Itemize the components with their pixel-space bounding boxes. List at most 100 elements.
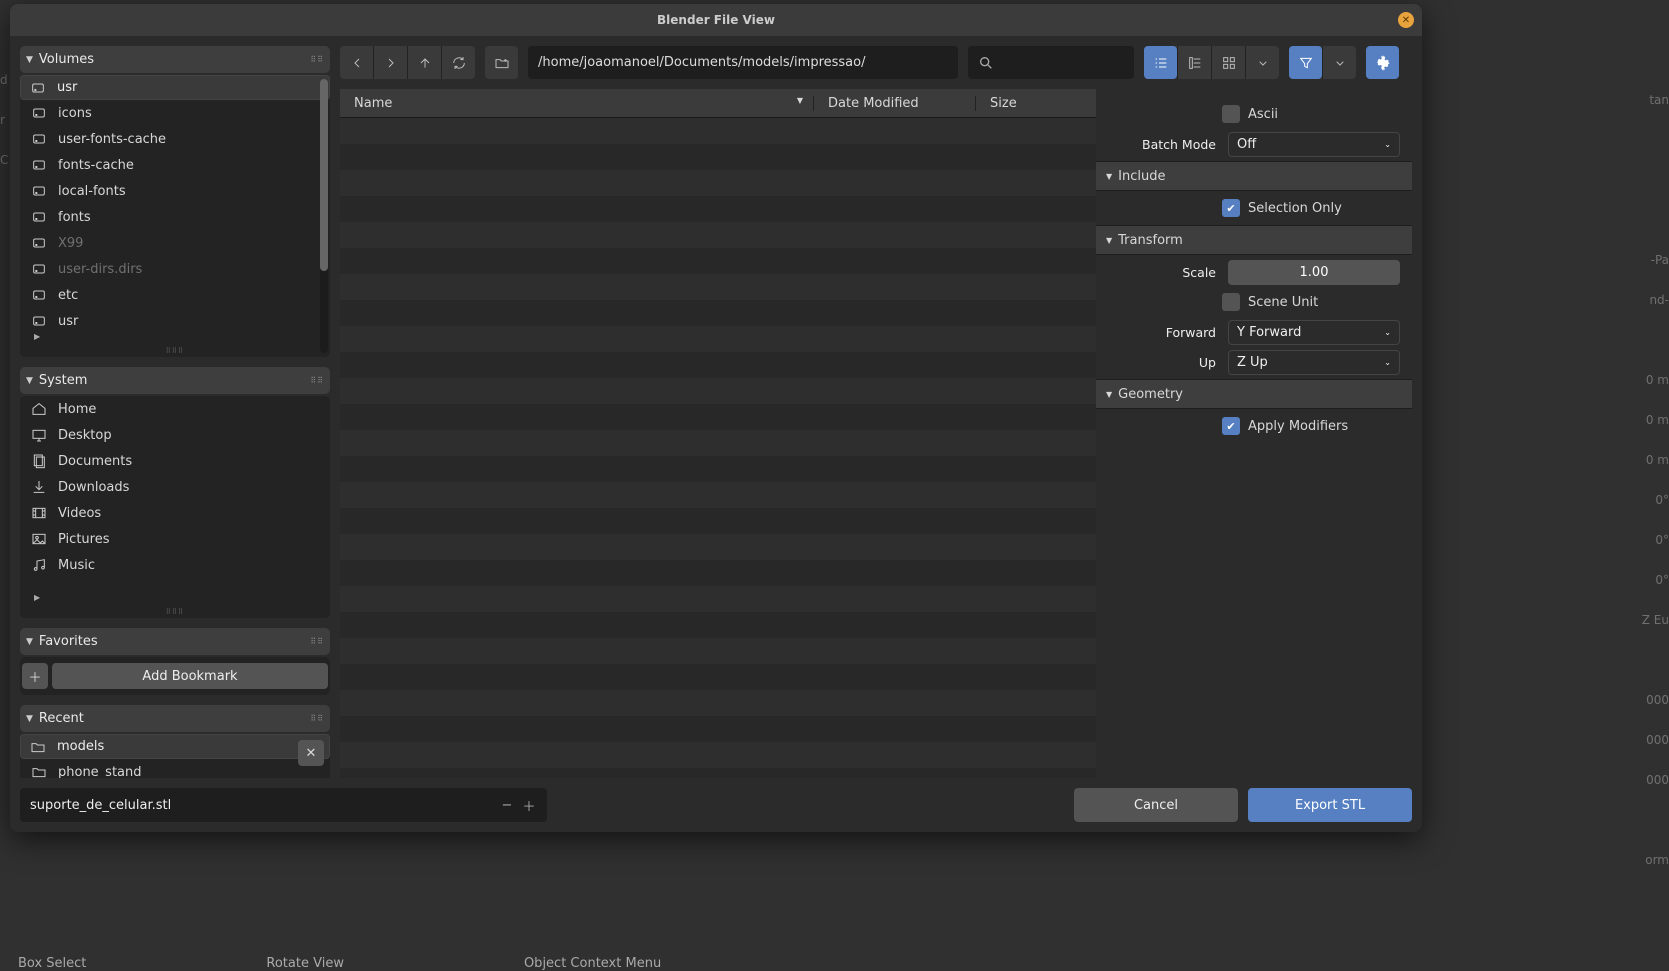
file-row-empty: [340, 300, 1096, 326]
include-section-header[interactable]: ▼ Include: [1096, 161, 1412, 191]
volume-label: fonts: [58, 210, 91, 225]
system-item[interactable]: Documents: [20, 448, 330, 474]
apply-modifiers-checkbox[interactable]: [1222, 417, 1240, 435]
documents-icon: [30, 453, 48, 469]
triangle-down-icon: ▼: [1106, 236, 1112, 245]
parent-dir-button[interactable]: [408, 46, 441, 79]
disk-icon: [30, 157, 48, 173]
col-date-label: Date Modified: [828, 96, 919, 111]
scale-input[interactable]: 1.00: [1228, 260, 1400, 285]
system-label: Downloads: [58, 480, 129, 495]
footer-hint-box-select: Box Select: [18, 956, 86, 971]
volume-item[interactable]: user-fonts-cache: [20, 126, 330, 152]
drag-dots-icon[interactable]: ⠿⠿: [310, 714, 324, 723]
drag-dots-icon[interactable]: ⠿⠿: [310, 637, 324, 646]
disk-icon: [30, 105, 48, 121]
export-button[interactable]: Export STL: [1248, 788, 1412, 822]
system-item[interactable]: Desktop: [20, 422, 330, 448]
chevron-down-icon: ⌄: [1384, 328, 1391, 337]
search-input[interactable]: [968, 46, 1134, 79]
filename-text: suporte_de_celular.stl: [30, 798, 171, 813]
filter-button[interactable]: [1289, 46, 1322, 79]
up-dropdown[interactable]: Z Up ⌄: [1228, 350, 1400, 375]
new-dir-button[interactable]: [485, 46, 518, 79]
drag-dots-icon[interactable]: ⠿⠿: [310, 55, 324, 64]
volumes-expand[interactable]: ▶: [20, 327, 330, 345]
file-row-empty: [340, 664, 1096, 690]
cancel-button[interactable]: Cancel: [1074, 788, 1238, 822]
system-expand[interactable]: ▶: [20, 588, 330, 606]
volume-item[interactable]: usr: [20, 75, 330, 100]
system-item[interactable]: Videos: [20, 500, 330, 526]
col-name-header[interactable]: Name ▼: [340, 96, 814, 111]
resize-handle[interactable]: ⠿⠿⠿: [20, 345, 330, 357]
volume-item[interactable]: fonts-cache: [20, 152, 330, 178]
volume-item[interactable]: X99: [20, 230, 330, 256]
selection-only-checkbox[interactable]: [1222, 199, 1240, 217]
system-item[interactable]: Music: [20, 552, 330, 578]
scrollbar[interactable]: [320, 79, 328, 353]
volume-item[interactable]: local-fonts: [20, 178, 330, 204]
file-row-empty: [340, 586, 1096, 612]
volume-item[interactable]: usr: [20, 308, 330, 327]
system-item[interactable]: Downloads: [20, 474, 330, 500]
volume-item[interactable]: user-dirs.dirs: [20, 256, 330, 282]
file-row-empty: [340, 560, 1096, 586]
path-input[interactable]: /home/joaomanoel/Documents/models/impres…: [528, 46, 958, 79]
forward-button[interactable]: [374, 46, 407, 79]
volume-item[interactable]: fonts: [20, 204, 330, 230]
filename-decrement[interactable]: −: [497, 795, 517, 815]
file-view-dialog: Blender File View ✕ ▼ Volumes ⠿⠿ usricon…: [10, 4, 1422, 832]
system-header[interactable]: ▼ System ⠿⠿: [20, 367, 330, 394]
transform-section-header[interactable]: ▼ Transform: [1096, 225, 1412, 255]
back-button[interactable]: [340, 46, 373, 79]
batch-mode-dropdown[interactable]: Off ⌄: [1228, 132, 1400, 157]
ascii-checkbox[interactable]: [1222, 105, 1240, 123]
volume-item[interactable]: etc: [20, 282, 330, 308]
add-bookmark-button[interactable]: Add Bookmark: [52, 663, 328, 689]
view-menu-caret[interactable]: [1246, 46, 1279, 79]
filename-input[interactable]: suporte_de_celular.stl − ＋: [20, 788, 547, 822]
volume-item[interactable]: icons: [20, 100, 330, 126]
drag-dots-icon[interactable]: ⠿⠿: [310, 376, 324, 385]
close-button[interactable]: ✕: [1398, 12, 1414, 28]
forward-dropdown[interactable]: Y Forward ⌄: [1228, 320, 1400, 345]
view-thumbnails-button[interactable]: [1212, 46, 1245, 79]
resize-handle[interactable]: ⠿⠿⠿: [20, 606, 330, 618]
col-name-label: Name: [354, 96, 392, 111]
col-size-label: Size: [990, 96, 1017, 111]
cancel-label: Cancel: [1134, 798, 1178, 813]
add-bookmark-plus[interactable]: ＋: [22, 663, 48, 689]
settings-button[interactable]: [1366, 46, 1399, 79]
view-vertical-button[interactable]: [1178, 46, 1211, 79]
list-header: Name ▼ Date Modified Size: [340, 89, 1096, 118]
list-body[interactable]: [340, 118, 1096, 778]
triangle-down-icon: ▼: [1106, 390, 1112, 399]
favorites-header[interactable]: ▼ Favorites ⠿⠿: [20, 628, 330, 655]
geometry-section-header[interactable]: ▼ Geometry: [1096, 379, 1412, 409]
col-size-header[interactable]: Size: [976, 96, 1096, 111]
folder-icon: [29, 739, 47, 755]
up-label: Up: [1096, 355, 1216, 370]
col-date-header[interactable]: Date Modified: [814, 96, 976, 111]
recent-label: phone_stand: [58, 765, 142, 779]
filename-increment[interactable]: ＋: [519, 795, 539, 815]
volumes-header[interactable]: ▼ Volumes ⠿⠿: [20, 46, 330, 73]
volume-label: X99: [58, 236, 83, 251]
recent-header[interactable]: ▼ Recent ⠿⠿: [20, 705, 330, 732]
filter-menu-caret[interactable]: [1323, 46, 1356, 79]
system-item[interactable]: Pictures: [20, 526, 330, 552]
file-row-empty: [340, 248, 1096, 274]
recent-item[interactable]: phone_stand: [20, 759, 330, 778]
home-icon: [30, 401, 48, 417]
remove-recent-button[interactable]: ✕: [298, 740, 324, 766]
view-list-button[interactable]: [1144, 46, 1177, 79]
refresh-button[interactable]: [442, 46, 475, 79]
recent-item[interactable]: models: [20, 734, 330, 759]
disk-icon: [30, 287, 48, 303]
file-row-empty: [340, 378, 1096, 404]
system-item[interactable]: Home: [20, 396, 330, 422]
music-icon: [30, 557, 48, 573]
file-row-empty: [340, 690, 1096, 716]
scene-unit-checkbox[interactable]: [1222, 293, 1240, 311]
